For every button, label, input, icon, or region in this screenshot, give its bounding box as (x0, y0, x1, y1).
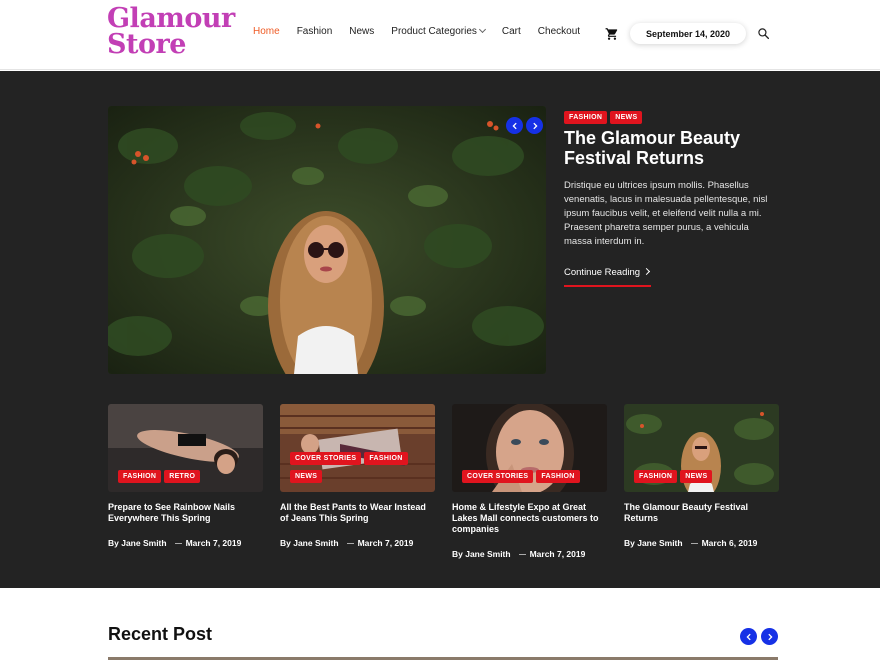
hero-next-button[interactable] (526, 117, 543, 134)
date-display: September 14, 2020 (630, 23, 746, 44)
nav-item-cart[interactable]: Cart (502, 26, 521, 37)
nav-item-product-categories[interactable]: Product Categories (391, 25, 486, 37)
tag-fashion[interactable]: FASHION (364, 452, 408, 465)
post-card-image[interactable]: FASHION RETRO (108, 404, 263, 492)
post-date: March 7, 2019 (529, 549, 586, 559)
cart-icon[interactable] (605, 27, 619, 41)
post-date: March 7, 2019 (357, 538, 414, 548)
post-card: COVER STORIES FASHION NEWS All the Best P… (280, 404, 435, 548)
post-card-image[interactable]: COVER STORIES FASHION NEWS (280, 404, 435, 492)
search-icon[interactable] (757, 27, 770, 40)
tag-fashion[interactable]: FASHION (564, 111, 608, 124)
continue-reading-link[interactable]: Continue Reading (564, 267, 651, 287)
meta-separator (690, 542, 698, 544)
post-author[interactable]: By Jane Smith (624, 538, 683, 548)
nav-item-product-categories-label: Product Categories (391, 26, 477, 37)
post-date: March 6, 2019 (701, 538, 758, 548)
tag-news[interactable]: NEWS (610, 111, 643, 124)
post-card-meta: By Jane Smith March 7, 2019 (108, 538, 263, 548)
post-date: March 7, 2019 (185, 538, 242, 548)
recent-next-button[interactable] (761, 628, 778, 645)
featured-section: FASHION NEWS The Glamour Beauty Festival … (0, 71, 880, 588)
post-card-title[interactable]: Prepare to See Rainbow Nails Everywhere … (108, 502, 263, 524)
meta-separator (174, 542, 182, 544)
recent-prev-button[interactable] (740, 628, 757, 645)
post-card: COVER STORIES FASHION Home & Lifestyle Ex… (452, 404, 607, 559)
nav-item-fashion[interactable]: Fashion (297, 26, 333, 37)
nav-item-home[interactable]: Home (253, 26, 280, 37)
post-card-tags: FASHION RETRO (118, 465, 203, 483)
section-title-recent-post: Recent Post (108, 624, 213, 644)
tag-news[interactable]: NEWS (290, 470, 323, 483)
post-card-tags: FASHION NEWS (634, 465, 715, 483)
post-card-tags: COVER STORIES FASHION (462, 465, 583, 483)
post-card: FASHION NEWS The Glamour Beauty Festival … (624, 404, 779, 548)
logo-line-2: Store (107, 29, 186, 60)
nav-item-checkout[interactable]: Checkout (538, 26, 580, 37)
post-author[interactable]: By Jane Smith (108, 538, 167, 548)
post-card: FASHION RETRO Prepare to See Rainbow Nail… (108, 404, 263, 548)
chevron-right-icon (532, 122, 538, 129)
current-date: September 14, 2020 (645, 28, 731, 39)
continue-reading-label: Continue Reading (564, 267, 641, 278)
post-card-tags: COVER STORIES FASHION NEWS (290, 447, 411, 483)
meta-separator (346, 542, 354, 544)
site-header: Glamour Store Home Fashion News Product … (0, 0, 880, 70)
chevron-right-icon (643, 267, 651, 276)
tag-retro[interactable]: RETRO (164, 470, 201, 483)
tag-fashion[interactable]: FASHION (118, 470, 162, 483)
tag-fashion[interactable]: FASHION (634, 470, 678, 483)
hero-excerpt: Dristique eu ultrices ipsum mollis. Phas… (564, 180, 768, 247)
tag-cover-stories[interactable]: COVER STORIES (462, 470, 534, 483)
main-nav: Home Fashion News Product Categories Car… (253, 25, 597, 37)
nav-item-news[interactable]: News (349, 26, 374, 37)
post-card-title[interactable]: All the Best Pants to Wear Instead of Je… (280, 502, 435, 524)
meta-separator (518, 553, 526, 555)
post-card-title[interactable]: The Glamour Beauty Festival Returns (624, 502, 779, 524)
post-card-meta: By Jane Smith March 7, 2019 (280, 538, 435, 548)
hero-tags: FASHION NEWS (564, 106, 645, 124)
chevron-left-icon (511, 122, 517, 129)
post-card-meta: By Jane Smith March 6, 2019 (624, 538, 779, 548)
tag-fashion[interactable]: FASHION (536, 470, 580, 483)
post-author[interactable]: By Jane Smith (280, 538, 339, 548)
site-logo[interactable]: Glamour Store (107, 5, 239, 60)
post-card-title[interactable]: Home & Lifestyle Expo at Great Lakes Mal… (452, 502, 607, 535)
hero-photo (108, 106, 546, 374)
chevron-down-icon (478, 25, 486, 34)
hero-image[interactable] (108, 106, 546, 374)
hero-prev-button[interactable] (506, 117, 523, 134)
post-card-image[interactable]: COVER STORIES FASHION (452, 404, 607, 492)
hero-title[interactable]: The Glamour Beauty Festival Returns (564, 128, 784, 168)
chevron-left-icon (745, 633, 751, 640)
post-card-image[interactable]: FASHION NEWS (624, 404, 779, 492)
chevron-right-icon (767, 633, 773, 640)
tag-cover-stories[interactable]: COVER STORIES (290, 452, 362, 465)
post-card-meta: By Jane Smith March 7, 2019 (452, 549, 607, 559)
post-author[interactable]: By Jane Smith (452, 549, 511, 559)
tag-news[interactable]: NEWS (680, 470, 713, 483)
